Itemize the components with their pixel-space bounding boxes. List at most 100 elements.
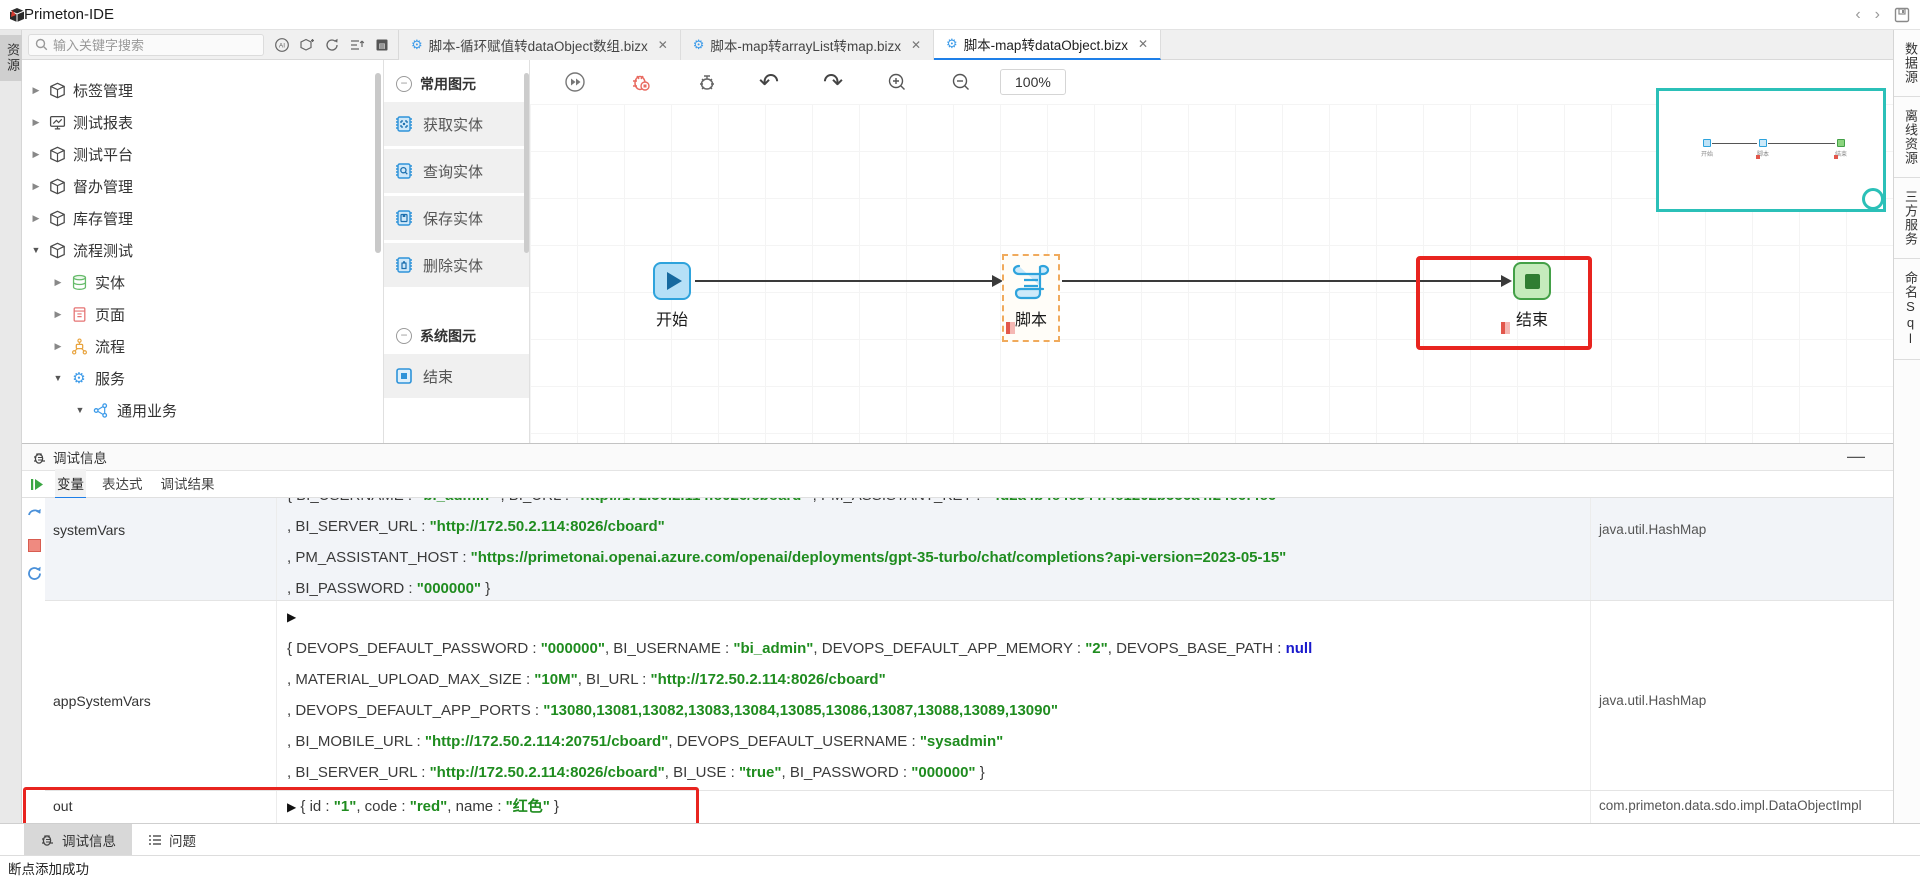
zoom-level[interactable]: 100%	[1000, 69, 1066, 95]
flow-canvas[interactable]: ↶ ↷ 100% 开始 脚本 结束 开始脚本结束	[530, 60, 1893, 443]
editor-tab-0[interactable]: ⚙脚本-循环赋值转dataObject数组.bizx✕	[399, 30, 681, 60]
close-tab-icon[interactable]: ✕	[658, 38, 668, 52]
tree-item-督办管理[interactable]: ▶ 督办管理	[22, 170, 383, 202]
stop-debug-icon[interactable]	[28, 539, 41, 552]
debug-tab-调试结果[interactable]: 调试结果	[159, 469, 217, 499]
minimize-panel-icon[interactable]: —	[1847, 446, 1865, 467]
save-icon[interactable]	[1894, 7, 1910, 23]
debug-tab-变量[interactable]: 变量	[55, 469, 86, 499]
debug-settings-icon[interactable]	[694, 69, 720, 95]
chevron-down-icon[interactable]: ▼	[30, 245, 42, 255]
chevron-right-icon[interactable]: ▶	[30, 117, 42, 128]
editor-tab-1[interactable]: ⚙脚本-map转arrayList转map.bizx✕	[681, 30, 934, 60]
right-rail-tab-命名Sql[interactable]: 命名Sql	[1894, 259, 1920, 360]
report-icon	[48, 113, 66, 131]
tree-item-页面[interactable]: ▶页面	[22, 298, 383, 330]
tree-item-流程[interactable]: ▶流程	[22, 330, 383, 362]
editor-tab-2[interactable]: ⚙脚本-map转dataObject.bizx✕	[934, 30, 1161, 60]
svg-text:▤: ▤	[379, 43, 386, 50]
tree-item-label: 督办管理	[73, 176, 133, 197]
chip-save-icon	[394, 208, 414, 228]
palette-item-label: 删除实体	[423, 255, 483, 276]
package-add-icon[interactable]	[299, 37, 315, 53]
refresh-icon[interactable]	[324, 37, 340, 53]
sort-list-icon[interactable]	[349, 37, 365, 53]
palette-item-结束[interactable]: 结束	[384, 354, 529, 398]
collapse-section-icon[interactable]: −	[396, 328, 412, 344]
tree-item-服务[interactable]: ▼⚙服务	[22, 362, 383, 394]
tree-item-标签管理[interactable]: ▶ 标签管理	[22, 74, 383, 106]
palette-section-常用图元[interactable]: −常用图元	[384, 60, 529, 102]
redo-icon[interactable]: ↷	[820, 69, 846, 95]
palette-scrollbar[interactable]	[524, 73, 529, 253]
debug-tab-表达式[interactable]: 表达式	[100, 469, 145, 499]
tree-item-测试报表[interactable]: ▶测试报表	[22, 106, 383, 138]
left-rail-tab-资源[interactable]: 资源	[0, 35, 22, 81]
end-node[interactable]	[1513, 262, 1551, 300]
nav-back-icon[interactable]: ‹	[1855, 6, 1860, 24]
chevron-down-icon[interactable]: ▼	[74, 405, 86, 415]
end-breakpoint-badge[interactable]	[1501, 322, 1510, 334]
doc-icon[interactable]: ▤	[374, 37, 390, 53]
variable-row-out[interactable]: out▶ { id : "1", code : "red", name : "红…	[45, 791, 1893, 824]
right-rail-tab-数据源[interactable]: 数据源	[1894, 30, 1920, 97]
app-logo-icon	[8, 6, 26, 24]
palette-item-查询实体[interactable]: 查询实体	[384, 149, 529, 193]
chevron-right-icon[interactable]: ▶	[52, 341, 64, 352]
tree-scrollbar[interactable]	[375, 73, 381, 253]
tree-item-label: 实体	[95, 272, 125, 293]
debug-stop-icon[interactable]	[628, 69, 654, 95]
tree-item-流程测试[interactable]: ▼流程测试	[22, 234, 383, 266]
zoom-out-icon[interactable]	[948, 69, 974, 95]
zoom-in-icon[interactable]	[884, 69, 910, 95]
tree-item-通用业务[interactable]: ▼通用业务	[22, 394, 383, 426]
script-breakpoint-badge[interactable]	[1006, 322, 1015, 334]
minimap-node-开始	[1703, 139, 1711, 147]
undo-icon[interactable]: ↶	[756, 69, 782, 95]
variable-value: ▶{ DEVOPS_DEFAULT_PASSWORD : "000000", B…	[277, 601, 1590, 790]
palette-section-系统图元[interactable]: −系统图元	[384, 290, 529, 354]
chevron-right-icon[interactable]: ▶	[30, 85, 42, 96]
chevron-right-icon[interactable]: ▶	[52, 277, 64, 288]
tree-item-实体[interactable]: ▶ 实体	[22, 266, 383, 298]
run-to-icon[interactable]	[562, 69, 588, 95]
tree-item-label: 标签管理	[73, 80, 133, 101]
variable-row-systemVars[interactable]: systemVars{ BI_USERNAME : "bi_admin" , B…	[45, 498, 1893, 601]
ai-icon[interactable]: AI	[274, 37, 290, 53]
nav-forward-icon[interactable]: ›	[1875, 6, 1880, 24]
chevron-right-icon[interactable]: ▶	[30, 181, 42, 192]
editor-tab-label: 脚本-map转dataObject.bizx	[964, 34, 1128, 54]
script-node[interactable]	[1011, 260, 1051, 309]
left-activity-rail: 资源	[0, 30, 22, 825]
palette-item-保存实体[interactable]: 保存实体	[384, 196, 529, 240]
tree-item-测试平台[interactable]: ▶测试平台	[22, 138, 383, 170]
gear-icon: ⚙	[411, 37, 423, 53]
bug-icon	[40, 832, 55, 847]
chevron-down-icon[interactable]: ▼	[52, 373, 64, 383]
tree-item-库存管理[interactable]: ▶库存管理	[22, 202, 383, 234]
app-title: Primeton-IDE	[24, 6, 114, 23]
palette-item-获取实体[interactable]: 获取实体	[384, 102, 529, 146]
right-rail-tab-离线资源[interactable]: 离线资源	[1894, 97, 1920, 178]
chevron-right-icon[interactable]: ▶	[30, 213, 42, 224]
bottom-tab-问题[interactable]: 问题	[132, 824, 212, 855]
debug-resume-icon[interactable]	[30, 477, 45, 492]
close-tab-icon[interactable]: ✕	[1138, 37, 1148, 51]
start-node[interactable]	[653, 262, 691, 300]
chevron-right-icon[interactable]: ▶	[52, 309, 64, 320]
step-over-icon[interactable]	[26, 504, 43, 526]
close-tab-icon[interactable]: ✕	[911, 38, 921, 52]
palette-item-删除实体[interactable]: 删除实体	[384, 243, 529, 287]
chevron-right-icon[interactable]: ▶	[30, 149, 42, 160]
editor-tab-strip: ⚙脚本-循环赋值转dataObject数组.bizx✕⚙ 脚本-map转array…	[398, 30, 1893, 60]
collapse-section-icon[interactable]: −	[396, 76, 412, 92]
minimap-resize-handle[interactable]	[1862, 188, 1884, 210]
bottom-tab-调试信息[interactable]: 调试信息	[24, 824, 132, 855]
cube-icon	[48, 177, 66, 195]
variable-row-appSystemVars[interactable]: appSystemVars▶{ DEVOPS_DEFAULT_PASSWORD …	[45, 601, 1893, 791]
right-rail-tab-三方服务[interactable]: 三方服务	[1894, 178, 1920, 259]
search-input[interactable]: 输入关键字搜索	[28, 34, 264, 56]
editor-tab-label: 脚本-map转arrayList转map.bizx	[710, 35, 901, 55]
refresh-debug-icon[interactable]	[26, 565, 43, 587]
minimap[interactable]: 开始脚本结束	[1656, 88, 1886, 212]
